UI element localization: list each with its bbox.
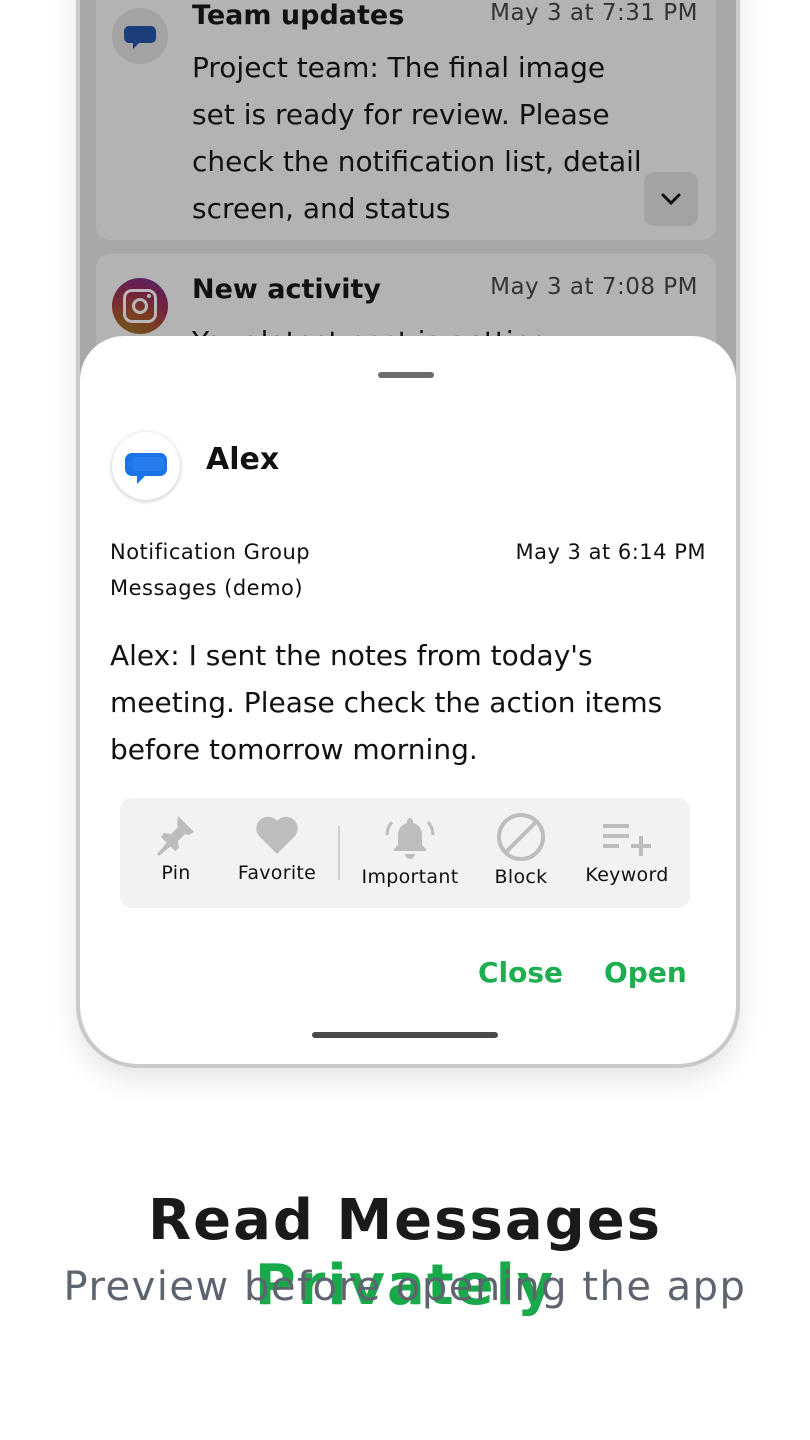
- notification-group: Notification Group Messages (demo): [110, 534, 310, 606]
- messages-app-icon: [112, 8, 168, 64]
- headline-main: Read Messages: [147, 1188, 663, 1253]
- keyword-label: Keyword: [585, 864, 669, 886]
- notification-card-team-updates[interactable]: Team updates May 3 at 7:31 PM Project te…: [96, 0, 716, 240]
- important-label: Important: [361, 866, 459, 888]
- bell-icon: [385, 818, 435, 859]
- group-label: Notification Group: [110, 540, 311, 564]
- notification-body: Project team: The final image set is rea…: [192, 51, 642, 225]
- pin-button[interactable]: Pin: [144, 812, 208, 884]
- favorite-button[interactable]: Favorite: [232, 812, 322, 884]
- block-icon: [497, 813, 545, 861]
- notification-detail-sheet: Alex Notification Group Messages (demo) …: [80, 336, 736, 1064]
- instagram-icon: [112, 278, 168, 334]
- keyword-button[interactable]: Keyword: [580, 812, 674, 886]
- notification-time: May 3 at 7:31 PM: [490, 0, 698, 26]
- important-button[interactable]: Important: [358, 812, 462, 888]
- messages-bubble-icon: [125, 453, 167, 484]
- notification-time: May 3 at 6:14 PM: [515, 540, 706, 564]
- pin-icon: [157, 816, 194, 856]
- home-indicator: [312, 1032, 498, 1038]
- drag-handle[interactable]: [378, 372, 434, 378]
- heart-icon: [256, 816, 298, 854]
- open-button[interactable]: Open: [604, 956, 687, 989]
- message-text: Alex: I sent the notes from today's meet…: [110, 639, 663, 766]
- action-bar: Pin Favorite Important Block Keyword: [120, 798, 690, 908]
- notification-title: Team updates: [192, 0, 405, 31]
- promo-subline: Preview before opening the app: [63, 1264, 747, 1310]
- sender-name: Alex: [206, 442, 280, 477]
- action-divider: [338, 826, 340, 880]
- block-button[interactable]: Block: [488, 812, 554, 888]
- block-label: Block: [494, 866, 548, 888]
- pin-label: Pin: [161, 862, 191, 884]
- group-app: Messages (demo): [110, 576, 304, 600]
- expand-button[interactable]: [644, 172, 698, 226]
- phone-frame: Team updates May 3 at 7:31 PM Project te…: [76, 0, 740, 1068]
- keyword-add-icon: [603, 824, 651, 856]
- avatar: [112, 432, 180, 500]
- messages-bubble-icon: [124, 26, 156, 49]
- favorite-label: Favorite: [237, 862, 317, 884]
- chevron-down-icon: [661, 193, 681, 206]
- notification-time: May 3 at 7:08 PM: [490, 274, 698, 300]
- close-button[interactable]: Close: [478, 956, 563, 989]
- notification-title: New activity: [192, 274, 381, 305]
